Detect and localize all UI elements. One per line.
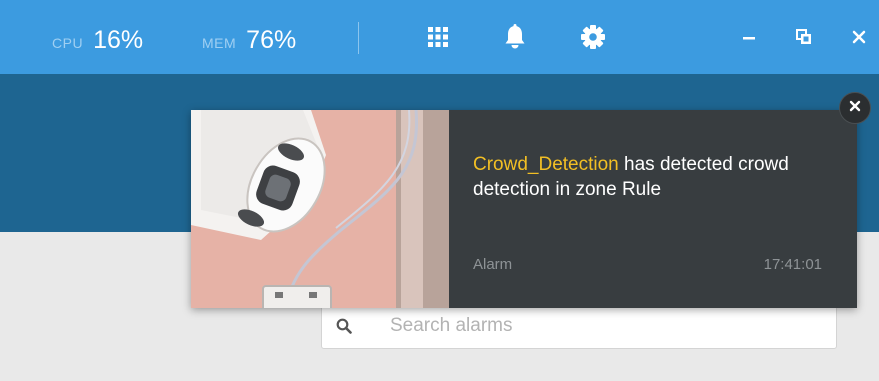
- alarm-message: Crowd_Detection has detected crowd detec…: [473, 152, 823, 202]
- cpu-label: CPU: [52, 35, 84, 51]
- search-icon: [336, 318, 352, 334]
- search-input[interactable]: Search alarms: [390, 315, 513, 337]
- minimize-icon[interactable]: [736, 24, 762, 50]
- top-bar: CPU 16% MEM 76%: [0, 0, 879, 74]
- mem-value: 76%: [246, 26, 297, 54]
- topbar-divider: [358, 22, 359, 54]
- cpu-value: 16%: [93, 26, 144, 54]
- bell-icon[interactable]: [502, 24, 528, 50]
- alarm-type: Alarm: [473, 256, 513, 273]
- restore-icon[interactable]: [791, 24, 817, 50]
- alarm-snapshot-thumbnail[interactable]: [191, 110, 449, 308]
- notification-close-button[interactable]: [839, 92, 871, 124]
- mem-label: MEM: [202, 35, 237, 51]
- alarm-source: Crowd_Detection: [473, 154, 619, 175]
- gear-icon[interactable]: [580, 24, 606, 50]
- alarm-notification-popup[interactable]: Crowd_Detection has detected crowd detec…: [191, 110, 857, 308]
- close-icon: [849, 99, 861, 117]
- mem-stat: MEM 76%: [202, 26, 296, 55]
- close-icon[interactable]: [846, 24, 872, 50]
- alarm-time: 17:41:01: [763, 256, 822, 273]
- cpu-stat: CPU 16%: [52, 26, 143, 55]
- apps-grid-icon[interactable]: [425, 24, 451, 50]
